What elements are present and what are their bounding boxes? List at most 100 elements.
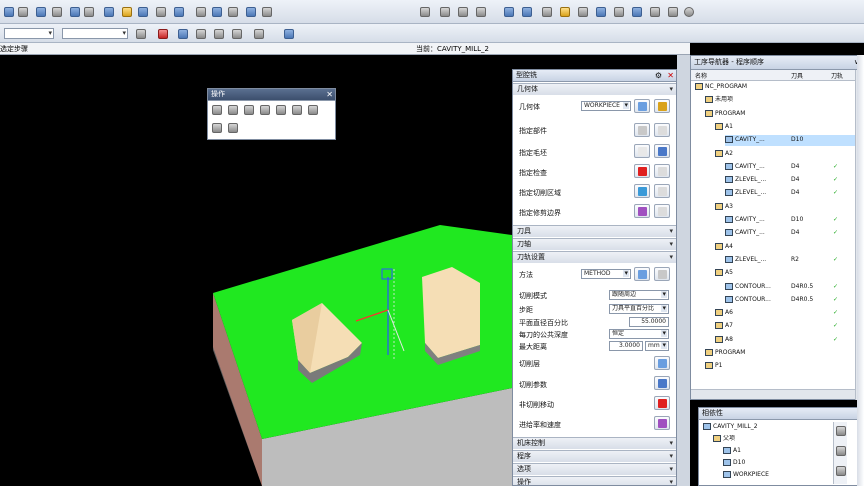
- sketch-icon[interactable]: [4, 7, 14, 17]
- table-row[interactable]: P1: [705, 361, 855, 372]
- stepover-select[interactable]: 刀具平直百分比: [609, 304, 669, 314]
- table-row[interactable]: CONTOUR... D4R0.5 ✓: [725, 295, 855, 306]
- move-down-icon[interactable]: [836, 446, 846, 456]
- layer-icon[interactable]: [632, 7, 642, 17]
- section-tool-axis[interactable]: 刀轴: [513, 238, 676, 250]
- new-method-button[interactable]: [634, 267, 650, 281]
- column-name[interactable]: 名称: [695, 71, 707, 80]
- show-part-flashlight-icon[interactable]: [654, 123, 670, 137]
- op-tool-1-icon[interactable]: [212, 105, 222, 115]
- render-icon[interactable]: [614, 7, 624, 17]
- cut-mode-select[interactable]: 跟随周边: [609, 290, 669, 300]
- section-actions[interactable]: 操作: [513, 476, 676, 485]
- list-item[interactable]: 父项: [713, 434, 735, 445]
- list-item[interactable]: WORKPIECE: [723, 470, 769, 481]
- table-row[interactable]: CONTOUR... D4R0.5 ✓: [725, 282, 855, 293]
- table-row[interactable]: A6 ✓: [715, 308, 855, 319]
- plane-icon[interactable]: [196, 7, 206, 17]
- show-trim-flashlight-icon[interactable]: [654, 204, 670, 218]
- select-trim-button[interactable]: [634, 204, 650, 218]
- table-row[interactable]: PROGRAM: [705, 109, 855, 120]
- table-row[interactable]: A7 ✓: [715, 321, 855, 332]
- table-row[interactable]: A4: [715, 242, 855, 253]
- show-check-flashlight-icon[interactable]: [654, 164, 670, 178]
- polygon-icon[interactable]: [476, 7, 486, 17]
- table-row[interactable]: 未用项: [705, 95, 855, 106]
- show-blank-flashlight-icon[interactable]: [654, 144, 670, 158]
- column-path[interactable]: 刀轨: [831, 71, 843, 80]
- close-icon[interactable]: ✕: [326, 89, 333, 100]
- delete-icon[interactable]: [578, 7, 588, 17]
- selection-scope[interactable]: [62, 28, 128, 39]
- resource-bar[interactable]: [857, 55, 864, 486]
- csys-icon[interactable]: [212, 7, 222, 17]
- non-cut-moves-button[interactable]: [654, 396, 670, 410]
- splitter[interactable]: [677, 55, 690, 486]
- settings-gear-icon[interactable]: ⚙: [655, 70, 662, 81]
- table-row[interactable]: CAVITY_... D10: [725, 135, 855, 147]
- graphics-viewport[interactable]: 操作 ✕: [0, 55, 512, 486]
- type-filter[interactable]: [4, 28, 54, 39]
- op-tool-8-icon[interactable]: [212, 123, 222, 133]
- section-icon[interactable]: [254, 29, 264, 39]
- vector-icon[interactable]: [246, 7, 256, 17]
- point-icon[interactable]: [228, 7, 238, 17]
- feature-icon[interactable]: [52, 7, 62, 17]
- list-item[interactable]: A1: [723, 446, 741, 457]
- paste-icon[interactable]: [560, 7, 570, 17]
- table-row[interactable]: CAVITY_... D4 ✓: [725, 162, 855, 173]
- table-row[interactable]: CAVITY_... D4 ✓: [725, 228, 855, 239]
- select-check-button[interactable]: [634, 164, 650, 178]
- table-row[interactable]: A2: [715, 149, 855, 160]
- measure-icon[interactable]: [262, 7, 272, 17]
- section-tool[interactable]: 刀具: [513, 225, 676, 237]
- max-distance-unit-select[interactable]: mm: [645, 341, 669, 351]
- global-depth-select[interactable]: 恒定: [609, 329, 669, 339]
- geometry-select[interactable]: WORKPIECE: [581, 101, 631, 111]
- verify-icon[interactable]: [122, 7, 132, 17]
- op-tool-9-icon[interactable]: [228, 123, 238, 133]
- list-item[interactable]: CAVITY_MILL_2: [703, 422, 758, 433]
- edit-method-button[interactable]: [654, 267, 670, 281]
- model-cube-icon[interactable]: [284, 29, 294, 39]
- select-cut-area-button[interactable]: [634, 184, 650, 198]
- chamfer-icon[interactable]: [84, 7, 94, 17]
- op-tool-6-icon[interactable]: [292, 105, 302, 115]
- redo-icon[interactable]: [522, 7, 532, 17]
- table-row[interactable]: A8 ✓: [715, 335, 855, 346]
- table-row[interactable]: CAVITY_... D10 ✓: [725, 215, 855, 226]
- table-row[interactable]: A5: [715, 268, 855, 279]
- line-icon[interactable]: [420, 7, 430, 17]
- op-tool-2-icon[interactable]: [228, 105, 238, 115]
- table-row[interactable]: A1: [715, 122, 855, 133]
- snap-icon[interactable]: [158, 29, 168, 39]
- rect-icon[interactable]: [458, 7, 468, 17]
- copy-icon[interactable]: [542, 7, 552, 17]
- cut-levels-button[interactable]: [654, 356, 670, 370]
- section-options[interactable]: 选项: [513, 463, 676, 475]
- generate-icon[interactable]: [104, 7, 114, 17]
- extrude-icon[interactable]: [18, 7, 28, 17]
- section-program[interactable]: 程序: [513, 450, 676, 462]
- section-path-settings[interactable]: 刀轨设置: [513, 251, 676, 263]
- table-row[interactable]: ZLEVEL_... D4 ✓: [725, 175, 855, 186]
- list-item[interactable]: D10: [723, 458, 745, 469]
- undo-icon[interactable]: [504, 7, 514, 17]
- postprocess-icon[interactable]: [156, 7, 166, 17]
- op-tool-5-icon[interactable]: [276, 105, 286, 115]
- edit-geometry-button[interactable]: [654, 99, 670, 113]
- op-tool-7-icon[interactable]: [308, 105, 318, 115]
- op-tool-3-icon[interactable]: [244, 105, 254, 115]
- move-up-icon[interactable]: [836, 426, 846, 436]
- shape-icon[interactable]: [36, 7, 46, 17]
- table-row[interactable]: ZLEVEL_... R2 ✓: [725, 255, 855, 266]
- max-distance-input[interactable]: 3.0000: [609, 341, 643, 351]
- orient-icon[interactable]: [650, 7, 660, 17]
- navigator-horizontal-scrollbar[interactable]: [691, 389, 855, 399]
- arc-icon[interactable]: [440, 7, 450, 17]
- feeds-speeds-button[interactable]: [654, 416, 670, 430]
- section-machine-control[interactable]: 机床控制: [513, 437, 676, 449]
- expand-icon[interactable]: [836, 466, 846, 476]
- cut-params-button[interactable]: [654, 376, 670, 390]
- show-icon[interactable]: [178, 29, 188, 39]
